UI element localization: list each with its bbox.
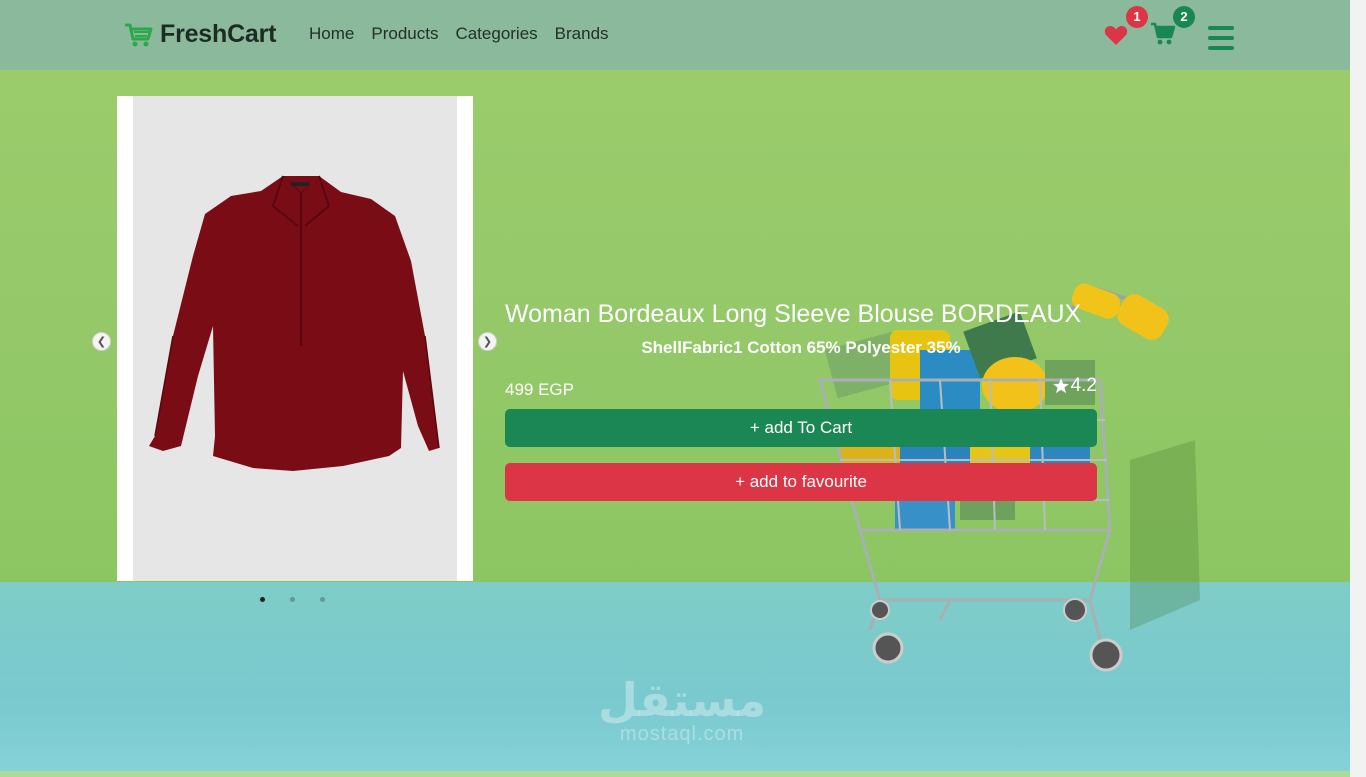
blouse-image xyxy=(149,175,440,471)
nav-link-categories[interactable]: Categories xyxy=(455,24,537,44)
cart-icon xyxy=(125,23,153,46)
nav-links: Home Products Categories Brands xyxy=(309,24,609,44)
watermark-arabic: مستقل xyxy=(598,673,767,727)
page-edge xyxy=(1350,0,1366,777)
carousel-dot-3[interactable] xyxy=(320,597,325,602)
carousel-next-arrow-icon[interactable]: ❯ xyxy=(478,332,497,351)
product-photo xyxy=(133,96,457,581)
product-description: ShellFabric1 Cotton 65% Polyester 35% xyxy=(641,338,961,357)
nav-icons: 1 2 xyxy=(1104,6,1244,68)
carousel-indicators xyxy=(260,597,325,602)
nav-link-home[interactable]: Home xyxy=(309,24,354,44)
carousel-dot-1[interactable] xyxy=(260,597,265,602)
nav-link-products[interactable]: Products xyxy=(371,24,438,44)
watermark-latin: mostaql.com xyxy=(619,723,745,745)
cart-count-badge: 2 xyxy=(1173,6,1195,28)
price-rating-row: 499 EGP 4.2 xyxy=(505,375,1097,404)
wishlist-count-badge: 1 xyxy=(1126,6,1148,28)
rating-value: 4.2 xyxy=(1070,375,1097,396)
top-navbar: FreshCart Home Products Categories Brand… xyxy=(0,0,1350,70)
star-icon xyxy=(1052,378,1069,394)
carousel-dot-2[interactable] xyxy=(290,597,295,602)
hamburger-menu-icon[interactable] xyxy=(1208,26,1234,50)
product-image-card xyxy=(117,96,473,581)
carousel-prev-arrow-icon[interactable]: ❮ xyxy=(92,332,111,351)
add-to-favourite-button[interactable]: + add to favourite xyxy=(505,463,1097,501)
product-title: Woman Bordeaux Long Sleeve Blouse BORDEA… xyxy=(505,300,1082,328)
add-to-cart-button[interactable]: + add To Cart xyxy=(505,409,1097,447)
watermark: مستقل mostaql.com xyxy=(598,676,766,744)
cart-icon[interactable] xyxy=(1150,22,1176,46)
brand-logo[interactable]: FreshCart xyxy=(124,20,276,49)
brand-name: FreshCart xyxy=(160,20,277,48)
product-rating: 4.2 xyxy=(1052,375,1097,397)
product-price: 499 EGP xyxy=(505,380,574,399)
nav-link-brands[interactable]: Brands xyxy=(555,24,609,44)
wishlist-heart-icon[interactable] xyxy=(1104,24,1128,46)
page-bottom-strip xyxy=(0,771,1350,777)
product-info: Woman Bordeaux Long Sleeve Blouse BORDEA… xyxy=(505,300,1097,501)
